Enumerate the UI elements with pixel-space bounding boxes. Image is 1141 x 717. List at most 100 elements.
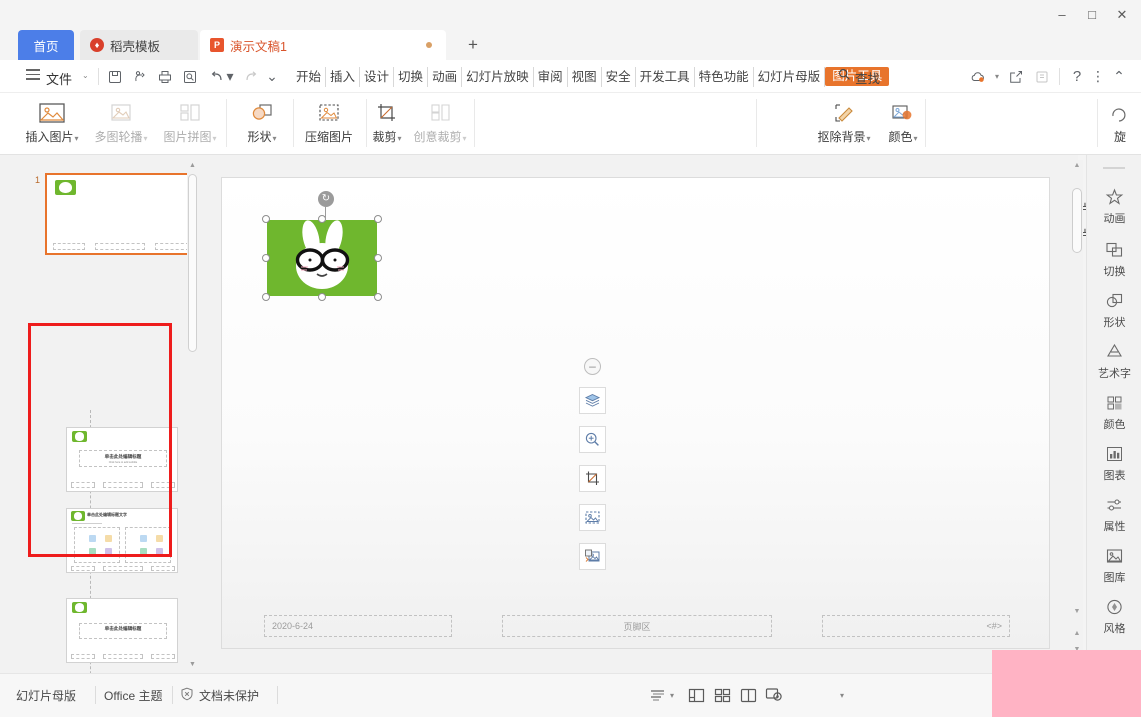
save-icon[interactable] — [104, 67, 126, 86]
slide-number-placeholder[interactable]: <#> — [822, 615, 1010, 637]
scrollbar-thumb[interactable] — [188, 174, 197, 352]
slide-thumbnail-1[interactable]: 1 — [35, 173, 190, 255]
insert-picture-button[interactable]: 插入图片▾ — [21, 95, 83, 151]
ribbon-tab-slideshow[interactable]: 幻灯片放映 — [462, 66, 534, 87]
close-icon[interactable]: ✕ — [1107, 2, 1137, 26]
slide-thumbnail-2[interactable]: 单击此处编辑标题 Click here to add subtitle — [66, 427, 178, 492]
picture-frame-icon[interactable] — [579, 504, 606, 531]
ribbon-tab-slide-master[interactable]: 幻灯片母版 — [754, 66, 826, 87]
ribbon-tab-security[interactable]: 安全 — [602, 66, 636, 87]
chevron-down-icon[interactable]: ⌄ — [82, 71, 89, 80]
status-slide-master[interactable]: 幻灯片母版 — [16, 684, 76, 706]
file-menu-button[interactable]: 文件 — [46, 69, 72, 88]
help-icon[interactable]: ? — [1065, 66, 1089, 88]
ribbon-tab-insert[interactable]: 插入 — [326, 66, 361, 87]
sidebar-item-animation[interactable]: 动画 — [1087, 181, 1141, 231]
ribbon-tab-start[interactable]: 开始 — [292, 66, 327, 87]
redo-icon[interactable] — [240, 67, 262, 86]
find-button-label[interactable]: 查找 — [855, 68, 880, 87]
slide-sorter-icon[interactable] — [710, 683, 734, 707]
compress-picture-button[interactable]: 压缩图片 — [293, 95, 365, 151]
shape-button[interactable]: 形状▾ — [231, 95, 293, 151]
creative-crop-button[interactable]: 创意裁剪▾ — [404, 95, 476, 151]
ribbon-tab-design[interactable]: 设计 — [360, 66, 395, 87]
resize-handle-se[interactable] — [374, 293, 382, 301]
sidebar-item-wordart[interactable]: 艺术字 — [1087, 336, 1141, 386]
maximize-icon[interactable]: □ — [1077, 2, 1107, 26]
status-bar: 幻灯片母版 Office 主题 文档未保护 ▾ ▶ ▾ 64% ▾ — [0, 673, 1141, 717]
status-theme[interactable]: Office 主题 — [104, 684, 162, 706]
customize-quick-access-icon[interactable]: ⌄ — [266, 67, 278, 86]
normal-view-icon[interactable] — [684, 683, 708, 707]
slide-thumbnail-4[interactable]: 单击此处编辑标题 — [66, 598, 178, 663]
print-icon[interactable] — [154, 67, 176, 86]
scroll-down-arrow-icon[interactable]: ▼ — [1073, 608, 1081, 615]
scroll-up-arrow-icon[interactable]: ▲ — [1073, 162, 1081, 169]
ribbon-tab-devtools[interactable]: 开发工具 — [636, 66, 695, 87]
scrollbar-thumb[interactable] — [1072, 188, 1082, 253]
zoom-in-icon[interactable] — [579, 426, 606, 453]
ribbon-tab-view[interactable]: 视图 — [568, 66, 602, 87]
resize-handle-sw[interactable] — [262, 293, 270, 301]
sidebar-item-transition[interactable]: 切换 — [1087, 234, 1141, 284]
menu-hamburger-icon[interactable] — [26, 69, 40, 82]
resize-handle-s[interactable] — [318, 293, 326, 301]
duplicate-picture-icon[interactable] — [579, 543, 606, 570]
ribbon-tab-review[interactable]: 审阅 — [534, 66, 568, 87]
slide-canvas[interactable]: ↻ 2020-6-24 页脚区 <#> — [221, 177, 1050, 649]
slide-thumbnail-3[interactable]: 单击此处编辑标题文字 — [66, 508, 178, 573]
tab-document-1[interactable]: 演示文稿1 — [200, 30, 446, 60]
new-tab-button[interactable]: + — [460, 34, 486, 56]
date-placeholder[interactable]: 2020-6-24 — [264, 615, 452, 637]
sidebar-item-style[interactable]: 风格 — [1087, 591, 1141, 641]
ribbon-tab-animation[interactable]: 动画 — [428, 66, 463, 87]
print-preview-icon[interactable] — [129, 67, 151, 86]
presenter-view-icon[interactable] — [762, 683, 786, 707]
remove-background-button[interactable]: 抠除背景▾ — [810, 95, 878, 151]
more-icon[interactable]: ⋮ — [1091, 66, 1105, 88]
resize-handle-ne[interactable] — [374, 215, 382, 223]
footer-placeholder[interactable]: 页脚区 — [502, 615, 772, 637]
sidebar-item-gallery[interactable]: 图库 — [1087, 540, 1141, 590]
resize-handle-w[interactable] — [262, 254, 270, 262]
picture-collage-button[interactable]: 图片拼图▾ — [159, 95, 221, 151]
rotate-handle[interactable]: ↻ — [318, 191, 334, 207]
sidebar-item-shape[interactable]: 形状 — [1087, 285, 1141, 335]
ribbon-tab-features[interactable]: 特色功能 — [695, 66, 754, 87]
sidebar-item-chart[interactable]: 图表 — [1087, 438, 1141, 488]
ribbon-tab-transition[interactable]: 切换 — [394, 66, 429, 87]
content-icon — [105, 548, 112, 555]
thumbnail-scrollbar[interactable]: ▲ ▼ — [187, 160, 198, 672]
rotate-button[interactable]: 旋 — [1100, 95, 1140, 151]
snapshot-icon[interactable] — [1030, 66, 1054, 88]
search-icon[interactable] — [838, 68, 851, 84]
pane-grip-icon[interactable] — [1103, 167, 1125, 169]
selected-picture[interactable] — [262, 215, 382, 301]
status-document-protection[interactable]: 文档未保护 — [180, 684, 259, 706]
previous-slide-arrow-icon[interactable]: ▲ — [1073, 630, 1081, 637]
minimize-icon[interactable]: – — [1047, 2, 1077, 26]
share-icon[interactable] — [1004, 66, 1028, 88]
tab-template[interactable]: 稻壳模板 — [80, 30, 198, 60]
slideshow-caret-icon[interactable]: ▾ — [836, 683, 848, 707]
tab-home[interactable]: 首页 — [18, 30, 74, 60]
cloud-caret-icon[interactable]: ▾ — [992, 66, 1002, 88]
resize-handle-nw[interactable] — [262, 215, 270, 223]
resize-handle-e[interactable] — [374, 254, 382, 262]
collapse-float-toolbar-button[interactable]: – — [584, 358, 601, 375]
scroll-up-arrow-icon[interactable]: ▲ — [188, 162, 197, 171]
multi-carousel-button[interactable]: 多图轮播▾ — [90, 95, 152, 151]
reading-view-icon[interactable] — [736, 683, 760, 707]
layers-icon[interactable] — [579, 387, 606, 414]
canvas-scrollbar[interactable]: ▲ ▼ ▲ ▼ — [1071, 160, 1083, 668]
collapse-ribbon-icon[interactable]: ⌃ — [1107, 66, 1131, 88]
cloud-sync-icon[interactable] — [966, 66, 990, 88]
outline-view-caret[interactable]: ▾ — [666, 683, 678, 707]
sidebar-item-color[interactable]: 颜色 — [1087, 387, 1141, 437]
find-replace-icon[interactable] — [179, 67, 201, 86]
undo-dropdown-caret[interactable]: ▾ — [225, 67, 235, 86]
sidebar-item-properties[interactable]: 属性 — [1087, 489, 1141, 539]
color-button[interactable]: 颜色▾ — [878, 95, 928, 151]
crop-icon[interactable] — [579, 465, 606, 492]
scroll-down-arrow-icon[interactable]: ▼ — [188, 661, 197, 670]
